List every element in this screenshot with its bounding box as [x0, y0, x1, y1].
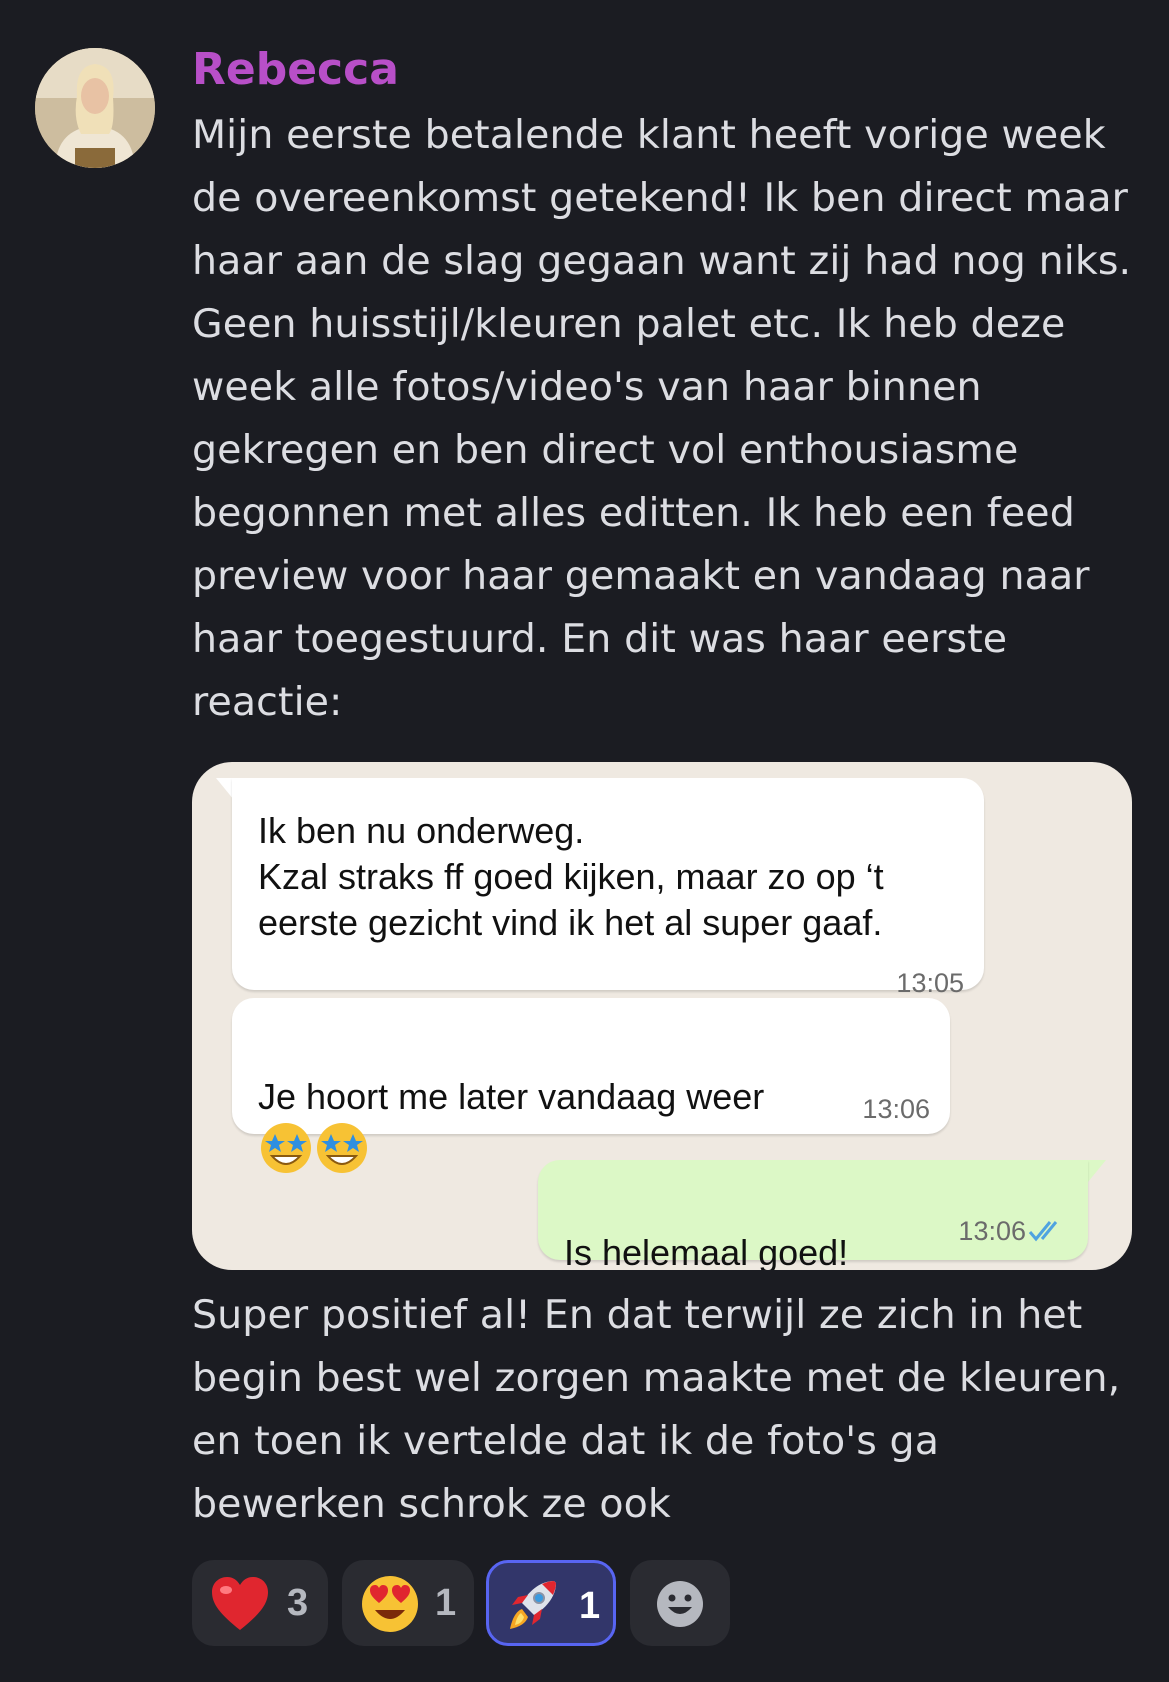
- reaction-heart[interactable]: 3: [192, 1560, 328, 1646]
- reaction-count: 1: [579, 1585, 601, 1627]
- chat-bubble-incoming: Ik ben nu onderweg. Kzal straks ff goed …: [232, 778, 984, 998]
- reaction-heart-eyes[interactable]: 1: [342, 1560, 474, 1646]
- chat-bubble-text: Ik ben nu onderweg. Kzal straks ff goed …: [258, 810, 884, 943]
- reaction-rocket[interactable]: 1: [486, 1560, 616, 1646]
- heart-eyes-icon: [362, 1576, 418, 1632]
- avatar[interactable]: [35, 48, 155, 168]
- chat-bubble-outgoing: Is helemaal goed! 13:06: [538, 1160, 1088, 1270]
- reaction-count: 1: [435, 1582, 457, 1624]
- rocket-icon: [510, 1581, 556, 1629]
- read-receipt-icon: [1028, 1221, 1058, 1242]
- message-paragraph-1: Mijn eerste betalende klant heeft vorige…: [192, 112, 1132, 725]
- avatar-photo-icon: [35, 48, 155, 168]
- bubble-tail: [1088, 1160, 1106, 1182]
- attached-chat-screenshot[interactable]: Ik ben nu onderweg. Kzal straks ff goed …: [192, 762, 1132, 1270]
- reaction-count: 3: [287, 1582, 309, 1624]
- chat-bubble-text: Je hoort me later vandaag weer: [258, 1028, 764, 1176]
- add-reaction-icon: [657, 1581, 703, 1627]
- chat-bubble-incoming: Je hoort me later vandaag weer 13:06: [232, 998, 950, 1173]
- star-struck-emoji-icon: [261, 1123, 367, 1173]
- message-paragraph-2: Super positief al! En dat terwijl ze zic…: [192, 1292, 1121, 1527]
- chat-bubble-text-content: Je hoort me later vandaag weer: [258, 1076, 765, 1117]
- chat-bubble-text: Is helemaal goed!: [564, 1184, 848, 1270]
- chat-bubble-time: 13:06: [958, 1216, 1026, 1246]
- message-author-name[interactable]: Rebecca: [192, 40, 399, 100]
- red-heart-icon: [212, 1577, 268, 1630]
- chat-bubble-time: 13:06: [862, 1094, 930, 1124]
- chat-bubble-time: 13:05: [896, 968, 964, 998]
- add-reaction-button[interactable]: [630, 1560, 730, 1646]
- chat-bubble-text-content: Is helemaal goed!: [564, 1232, 849, 1270]
